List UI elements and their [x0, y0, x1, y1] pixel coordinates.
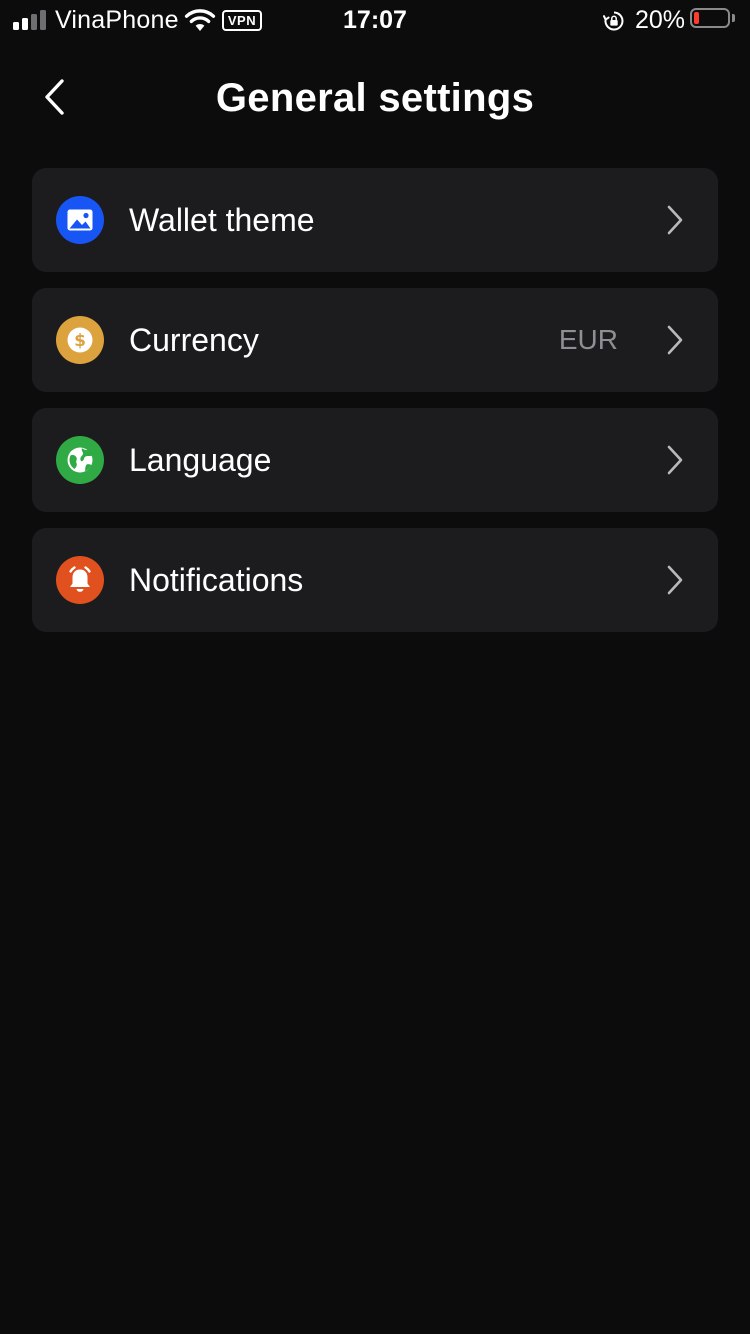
currency-value: EUR	[558, 324, 618, 355]
bell-icon	[56, 556, 104, 604]
notifications-row[interactable]: Notifications	[32, 528, 718, 632]
chevron-right-icon	[667, 325, 683, 355]
settings-list: Wallet theme $ Currency EUR Language Not…	[32, 168, 718, 648]
battery-icon	[690, 8, 730, 28]
page-title: General settings	[215, 76, 535, 120]
language-label: Language	[129, 442, 272, 478]
rotation-lock-icon	[603, 11, 624, 31]
svg-text:$: $	[74, 331, 86, 351]
status-bar: VinaPhone VPN 17:07 20%	[0, 0, 750, 40]
globe-icon	[56, 436, 104, 484]
chevron-right-icon	[667, 565, 683, 595]
image-icon	[56, 196, 104, 244]
currency-label: Currency	[129, 322, 259, 358]
notifications-label: Notifications	[129, 562, 304, 598]
dollar-coin-icon: $	[56, 316, 104, 364]
chevron-right-icon	[667, 205, 683, 235]
language-row[interactable]: Language	[32, 408, 718, 512]
battery-level	[694, 12, 699, 24]
currency-row[interactable]: $ Currency EUR	[32, 288, 718, 392]
chevron-right-icon	[667, 445, 683, 475]
wallet-theme-row[interactable]: Wallet theme	[32, 168, 718, 272]
wallet-theme-label: Wallet theme	[129, 202, 315, 238]
battery-percentage: 20%	[635, 6, 686, 34]
battery-cap	[732, 14, 735, 22]
